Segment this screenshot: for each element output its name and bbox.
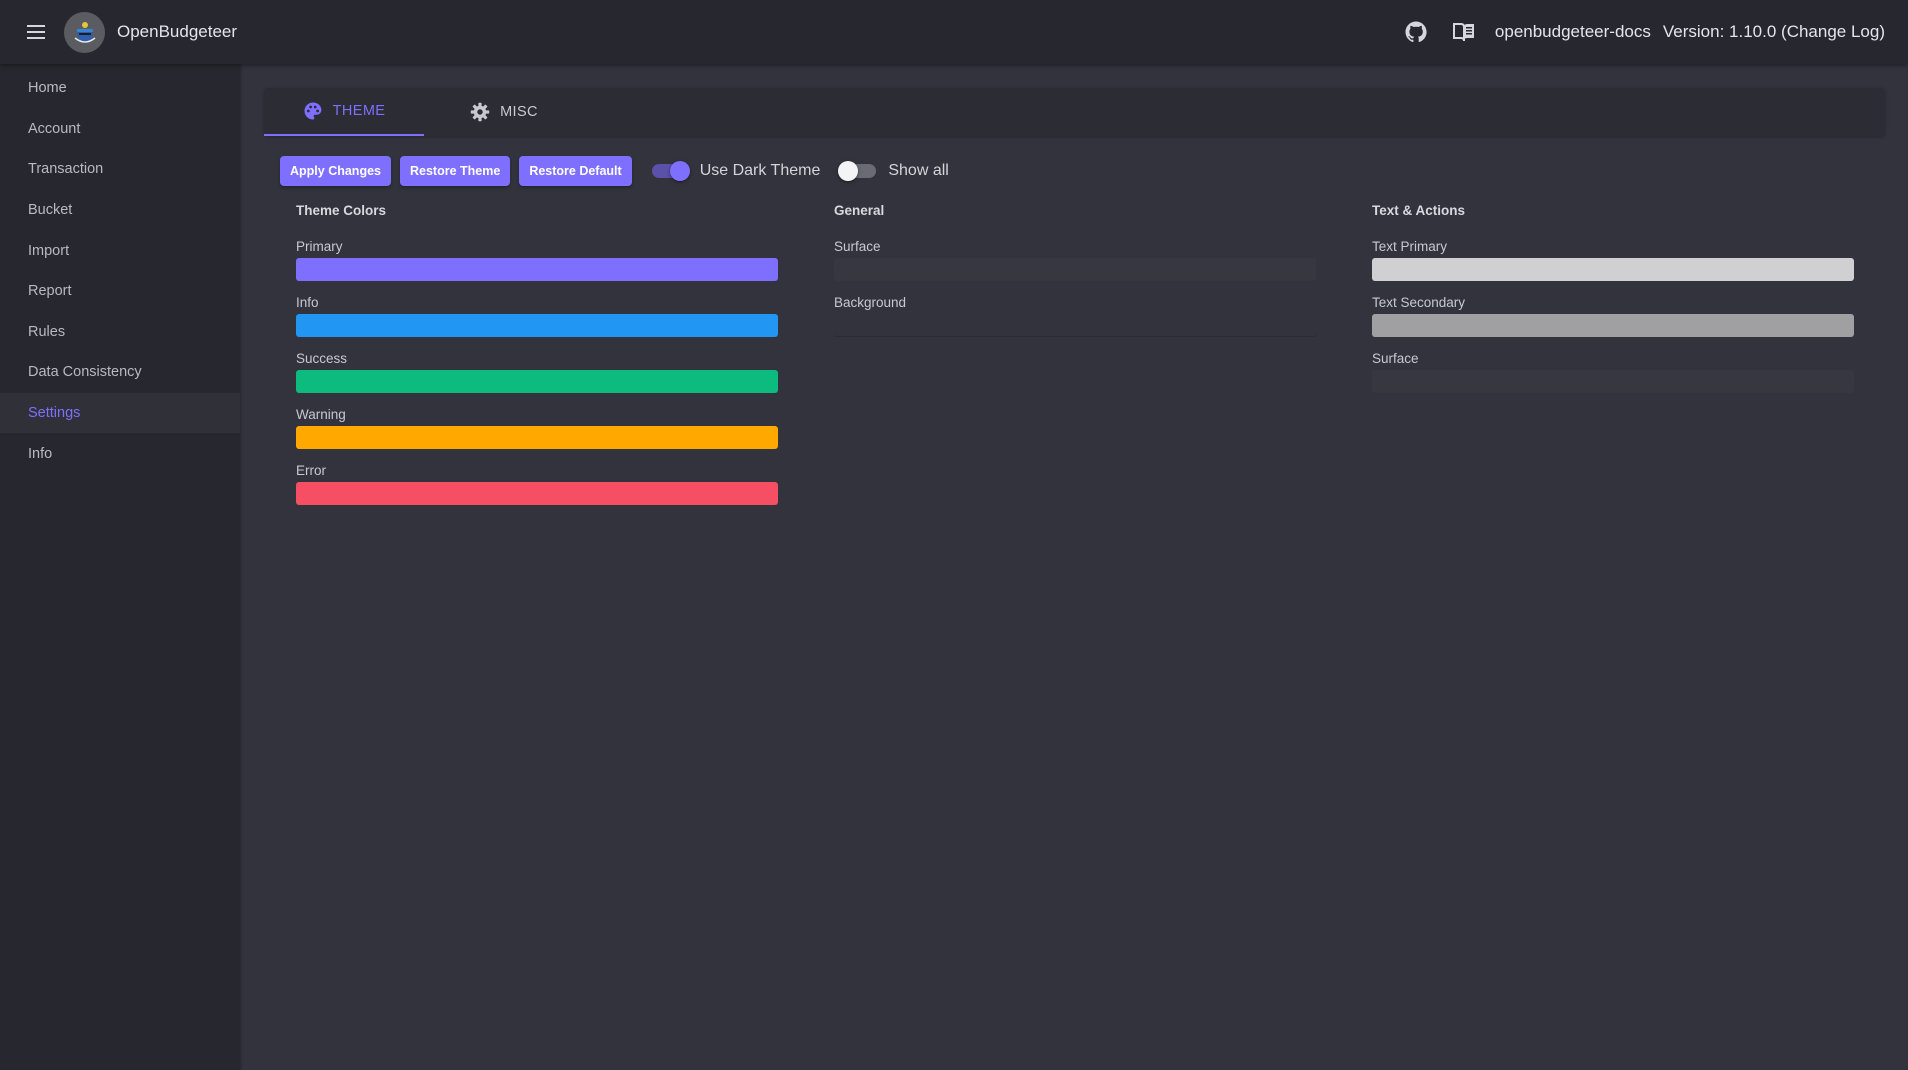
color-label: Surface: [834, 239, 881, 254]
tab-misc[interactable]: MISC: [424, 88, 584, 136]
text-primary-color-field[interactable]: Text Primary: [1372, 238, 1854, 281]
action-surface-color-field[interactable]: Surface: [1372, 350, 1854, 393]
restore-theme-button[interactable]: Restore Theme: [400, 156, 511, 186]
sidebar-item-home[interactable]: Home: [0, 68, 240, 109]
apply-changes-button[interactable]: Apply Changes: [280, 156, 391, 186]
sidebar-item-transaction[interactable]: Transaction: [0, 149, 240, 190]
warning-color-swatch[interactable]: [296, 426, 778, 449]
color-label: Info: [296, 295, 319, 310]
tab-theme-label: THEME: [332, 103, 386, 119]
warning-color-field[interactable]: Warning: [296, 406, 778, 449]
background-color-swatch[interactable]: [834, 314, 1316, 337]
show-all-switch-track[interactable]: [838, 161, 877, 181]
dark-theme-switch-track[interactable]: [651, 161, 690, 181]
color-label: Error: [296, 463, 326, 478]
surface-color-field[interactable]: Surface: [834, 238, 1316, 281]
color-label: Text Secondary: [1372, 295, 1466, 310]
success-color-field[interactable]: Success: [296, 350, 778, 393]
show-all-label: Show all: [888, 162, 949, 179]
show-all-switch-thumb[interactable]: [838, 161, 859, 181]
sidebar-nav: Home Account Transaction Bucket Import R…: [0, 64, 240, 1070]
text-primary-color-swatch[interactable]: [1372, 258, 1854, 281]
color-label: Text Primary: [1372, 239, 1448, 254]
version-text: Version: 1.10.0 (Change Log): [1663, 22, 1885, 42]
surface-color-swatch[interactable]: [834, 258, 1316, 281]
changelog-link[interactable]: (Change Log): [1781, 22, 1885, 41]
text-actions-group: Text & Actions Text Primary Text Seconda…: [1372, 203, 1854, 393]
sidebar-item-report[interactable]: Report: [0, 271, 240, 312]
theme-toolbar: Apply Changes Restore Theme Restore Defa…: [280, 156, 1885, 186]
tab-misc-label: MISC: [500, 104, 538, 120]
action-surface-color-swatch[interactable]: [1372, 370, 1854, 393]
hamburger-menu-icon[interactable]: [17, 13, 55, 51]
theme-colors-group: Theme Colors Primary Info Success Warnin…: [296, 203, 778, 505]
text-secondary-color-field[interactable]: Text Secondary: [1372, 294, 1854, 337]
sidebar-item-data-consistency[interactable]: Data Consistency: [0, 352, 240, 393]
gear-icon: [470, 102, 490, 122]
color-label: Warning: [296, 407, 346, 422]
dark-theme-switch-thumb[interactable]: [669, 161, 690, 181]
sidebar-item-bucket[interactable]: Bucket: [0, 190, 240, 231]
theme-colors-heading: Theme Colors: [296, 203, 387, 218]
sidebar-item-info[interactable]: Info: [0, 433, 240, 474]
book-icon[interactable]: [1444, 12, 1484, 52]
settings-tabs: THEME MISC: [264, 88, 1885, 136]
general-heading: General: [834, 203, 885, 218]
sidebar-item-account[interactable]: Account: [0, 109, 240, 150]
info-color-swatch[interactable]: [296, 314, 778, 337]
text-secondary-color-swatch[interactable]: [1372, 314, 1854, 337]
primary-color-swatch[interactable]: [296, 258, 778, 281]
background-color-field[interactable]: Background: [834, 294, 1316, 337]
app-bar: OpenBudgeteer openbudgeteer-docs Version…: [0, 0, 1908, 64]
version-number: Version: 1.10.0: [1662, 22, 1777, 41]
tab-theme[interactable]: THEME: [264, 88, 424, 136]
color-label: Background: [834, 295, 907, 310]
sidebar-item-rules[interactable]: Rules: [0, 312, 240, 353]
app-title: OpenBudgeteer: [117, 22, 238, 41]
dark-theme-label: Use Dark Theme: [699, 162, 821, 179]
color-groups: Theme Colors Primary Info Success Warnin…: [264, 203, 1885, 603]
palette-icon: [303, 101, 323, 121]
docs-link[interactable]: openbudgeteer-docs: [1495, 22, 1651, 42]
sidebar-item-import[interactable]: Import: [0, 230, 240, 271]
color-label: Surface: [1372, 351, 1419, 366]
color-label: Success: [296, 351, 348, 366]
sidebar-item-settings[interactable]: Settings: [0, 392, 240, 434]
info-color-field[interactable]: Info: [296, 294, 778, 337]
primary-color-field[interactable]: Primary: [296, 238, 778, 281]
text-actions-heading: Text & Actions: [1372, 203, 1466, 218]
dark-theme-switch[interactable]: Use Dark Theme: [651, 161, 821, 181]
restore-default-button[interactable]: Restore Default: [519, 156, 632, 186]
general-group: General Surface Background: [834, 203, 1316, 337]
success-color-swatch[interactable]: [296, 370, 778, 393]
error-color-field[interactable]: Error: [296, 462, 778, 505]
color-label: Primary: [296, 239, 343, 254]
github-icon[interactable]: [1396, 12, 1436, 52]
error-color-swatch[interactable]: [296, 482, 778, 505]
show-all-switch[interactable]: Show all: [838, 161, 949, 181]
app-logo[interactable]: [64, 11, 105, 53]
settings-content: THEME MISC Apply Changes Restore Theme R…: [264, 88, 1885, 603]
